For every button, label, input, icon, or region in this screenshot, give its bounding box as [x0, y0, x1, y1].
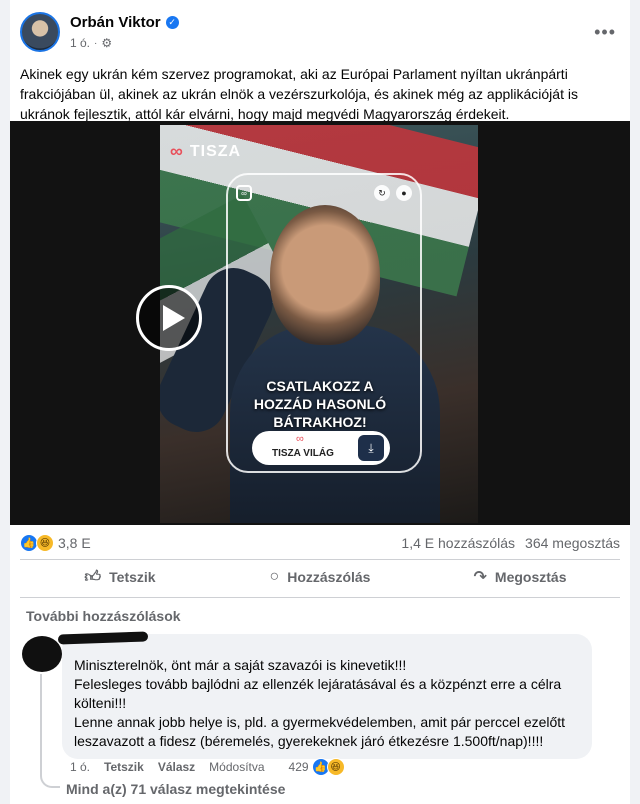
like-label: Tetszik [109, 569, 156, 585]
brand-name: TISZA [189, 142, 242, 160]
author-row: Orbán Viktor ✓ [70, 14, 179, 31]
comment-like-button[interactable]: Tetszik [104, 760, 144, 774]
video-frame: ∞ TISZA ∞ ↻ ● CSATLAKOZZ A HOZZÁD HASONL… [160, 125, 478, 523]
haha-reaction-icon: 😆 [326, 758, 345, 776]
commenter-avatar[interactable] [22, 636, 62, 672]
share-button[interactable]: ↷ Megosztás [420, 560, 620, 594]
comment-text-line-2: Felesleges tovább bajlódni az ellenzék l… [74, 676, 562, 711]
profile-icon: ● [396, 185, 412, 201]
gear-icon[interactable]: ⚙ [101, 36, 112, 50]
video-slogan: CSATLAKOZZ A HOZZÁD HASONLÓ BÁTRAKHOZ! [230, 377, 410, 431]
post-card: Orbán Viktor ✓ 1 ó. · ⚙ ••• Akinek egy u… [10, 0, 630, 804]
brand-logo: ∞ TISZA [170, 141, 241, 162]
author-avatar[interactable] [20, 12, 60, 52]
post-meta: 1 ó. · ⚙ [70, 36, 112, 50]
comment-button[interactable]: ○ Hozzászólás [220, 560, 420, 594]
post-text: Akinek egy ukrán kém szervez programokat… [20, 66, 578, 122]
infinity-logo-icon: ∞ [170, 141, 184, 161]
thumbs-up-icon: 👍︎ [84, 568, 102, 586]
comment-edited-label: Módosítva [209, 760, 265, 774]
comment-label: Hozzászólás [287, 569, 371, 585]
comment-text-line-3: Lenne annak jobb helye is, pld. a gyerme… [74, 714, 566, 749]
separator-dot: · [94, 37, 98, 49]
slogan-line-2: HOZZÁD HASONLÓ [253, 396, 387, 412]
comment-reactions[interactable]: 429 👍 😆 [289, 758, 345, 776]
slogan-line-1: CSATLAKOZZ A [266, 378, 374, 394]
thread-line [40, 674, 60, 788]
comment-count[interactable]: 1,4 E hozzászólás [401, 535, 515, 551]
share-count[interactable]: 364 megosztás [525, 535, 620, 551]
author-name[interactable]: Orbán Viktor [70, 14, 161, 31]
cta-label: TISZA VILÁG [272, 448, 334, 459]
comment-bubble: Miniszterelnök, önt már a saját szavazói… [62, 634, 592, 759]
reactions-summary[interactable]: 👍 😆 3,8 E [20, 534, 91, 552]
play-button[interactable] [136, 285, 202, 351]
haha-reaction-icon: 😆 [36, 534, 54, 552]
comment-reply-button[interactable]: Válasz [158, 760, 195, 774]
post-stats: 1,4 E hozzászólás 364 megosztás [401, 535, 620, 551]
refresh-icon: ↻ [374, 185, 390, 201]
video-player[interactable]: ∞ TISZA ∞ ↻ ● CSATLAKOZZ A HOZZÁD HASONL… [10, 121, 630, 525]
divider [20, 597, 620, 598]
slogan-line-3: BÁTRAKHOZ! [273, 414, 367, 430]
app-cta-button: ∞ TISZA VILÁG ⤓ [252, 431, 390, 465]
share-icon: ↷ [473, 569, 487, 586]
reaction-count: 3,8 E [58, 535, 91, 551]
share-label: Megosztás [494, 569, 567, 585]
view-replies-link[interactable]: Mind a(z) 71 válasz megtekintése [66, 781, 285, 797]
comment-time[interactable]: 1 ó. [70, 760, 90, 774]
infinity-logo-icon: ∞ [296, 433, 304, 445]
post-actions: 👍︎ Tetszik ○ Hozzászólás ↷ Megosztás [20, 560, 620, 594]
verified-badge-icon: ✓ [165, 16, 179, 29]
comment-reaction-count: 429 [288, 760, 309, 774]
more-comments-link[interactable]: További hozzászólások [26, 608, 181, 624]
comment-icon: ○ [269, 568, 280, 585]
download-icon: ⤓ [358, 435, 384, 461]
more-options-button[interactable]: ••• [594, 22, 616, 43]
comment-text-line-1: Miniszterelnök, önt már a saját szavazói… [74, 657, 407, 673]
comment-meta: 1 ó. Tetszik Válasz Módosítva 429 👍 😆 [70, 758, 345, 776]
post-time[interactable]: 1 ó. [70, 36, 90, 50]
like-button[interactable]: 👍︎ Tetszik [20, 560, 220, 594]
app-logo-icon: ∞ [236, 185, 252, 201]
